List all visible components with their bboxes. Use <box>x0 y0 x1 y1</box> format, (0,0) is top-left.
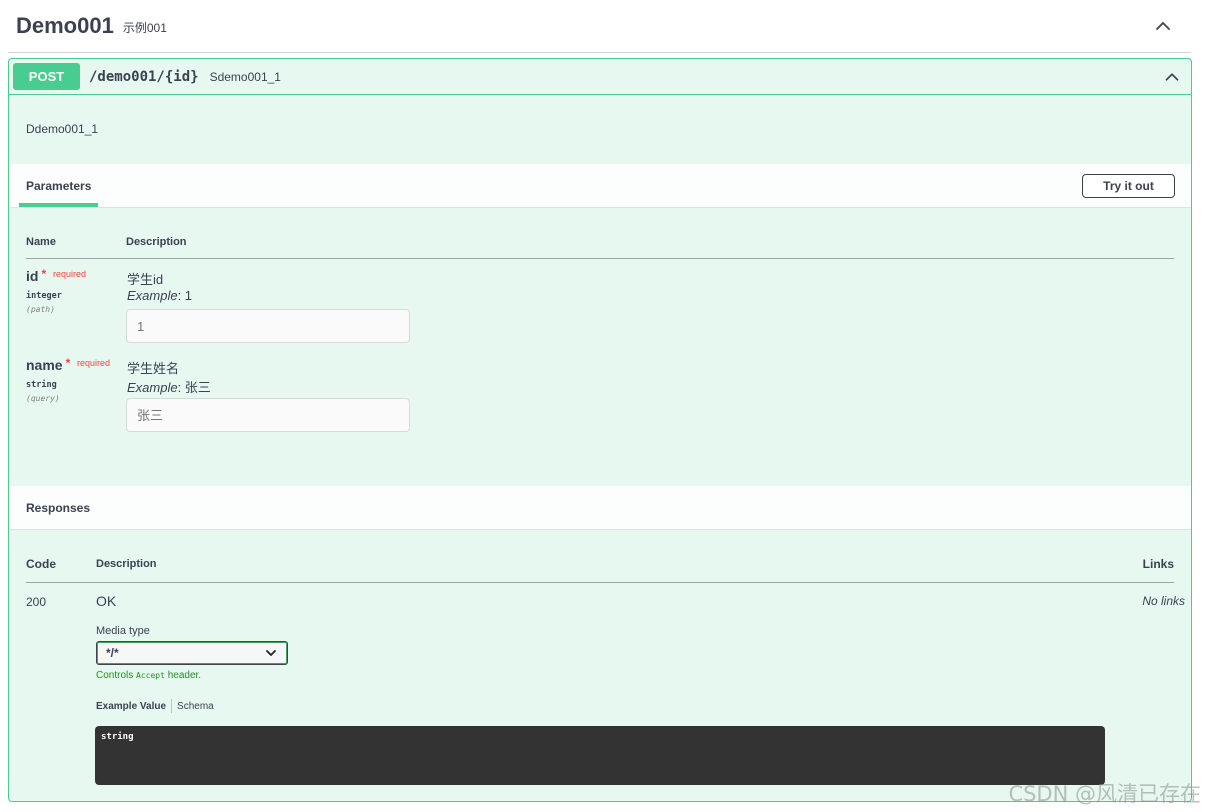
chevron-down-icon <box>266 650 276 656</box>
media-type-label: Media type <box>96 625 150 637</box>
tab-example-value[interactable]: Example Value <box>96 701 166 712</box>
controls-accept-note: Controls Accept header. <box>96 670 201 681</box>
id-input[interactable] <box>126 309 410 343</box>
controls-code: Accept <box>136 671 165 680</box>
resp-col-code: Code <box>26 557 56 571</box>
parameters-header: Parameters Try it out <box>10 164 1191 208</box>
example-value: : 张三 <box>177 380 211 395</box>
tag-header[interactable]: Demo001 示例001 <box>8 0 1191 53</box>
controls-suffix: header. <box>167 670 202 681</box>
example-label: Example <box>127 380 178 395</box>
param-description: 学生id <box>127 272 164 287</box>
tag-description: 示例001 <box>122 20 167 35</box>
param-location: (path) <box>26 305 55 314</box>
param-col-description: Description <box>126 236 187 248</box>
example-code-text: string <box>101 732 134 742</box>
tab-underline <box>19 203 98 207</box>
operation-description: Ddemo001_1 <box>26 122 99 136</box>
operation-block: POST /demo001/{id} Sdemo001_1 Ddemo001_1… <box>8 58 1192 802</box>
required-label: required <box>77 358 111 368</box>
param-type: integer <box>26 291 62 301</box>
param-location: (query) <box>26 394 60 403</box>
example-label: Example <box>127 288 178 303</box>
param-name: name * <box>26 356 71 373</box>
operation-summary[interactable]: POST /demo001/{id} Sdemo001_1 <box>9 59 1191 95</box>
resp-col-description: Description <box>96 558 157 570</box>
response-code: 200 <box>26 595 47 609</box>
param-example: Example: 1 <box>127 288 192 303</box>
divider <box>26 258 1174 259</box>
divider <box>26 582 1174 583</box>
responses-title: Responses <box>26 501 91 515</box>
param-example: Example: 张三 <box>127 377 211 396</box>
param-col-name: Name <box>26 236 56 248</box>
response-links: No links <box>1142 594 1185 608</box>
param-name: id * <box>26 267 47 284</box>
media-type-value: */* <box>106 646 119 660</box>
chevron-up-icon[interactable] <box>1161 66 1183 88</box>
try-it-out-button[interactable]: Try it out <box>1082 174 1175 198</box>
operation-path: /demo001/{id} <box>89 68 199 85</box>
required-label: required <box>53 269 87 279</box>
resp-col-links: Links <box>1142 557 1174 571</box>
param-type: string <box>26 380 57 390</box>
param-description: 学生姓名 <box>127 361 180 376</box>
operation-summary-text: Sdemo001_1 <box>209 69 281 84</box>
responses-header: Responses <box>10 486 1191 530</box>
watermark: CSDN @风清已存在 <box>1008 782 1201 806</box>
required-star: * <box>65 356 71 370</box>
example-tabs: Example Value Schema <box>96 699 214 713</box>
parameters-tab[interactable]: Parameters <box>26 179 91 193</box>
media-type-select[interactable]: */* <box>96 641 288 665</box>
param-name-text: name <box>26 357 63 373</box>
method-badge: POST <box>13 63 80 90</box>
required-star: * <box>41 267 47 281</box>
controls-prefix: Controls <box>96 670 134 681</box>
tab-separator <box>171 699 173 713</box>
param-name-text: id <box>26 268 39 284</box>
example-value: : 1 <box>177 288 193 303</box>
tab-schema[interactable]: Schema <box>177 701 214 712</box>
chevron-up-icon[interactable] <box>1151 14 1175 38</box>
tag-name[interactable]: Demo001 <box>16 13 114 39</box>
response-description: OK <box>96 593 117 609</box>
name-input[interactable] <box>126 398 410 432</box>
example-code-block: string <box>95 726 1105 785</box>
